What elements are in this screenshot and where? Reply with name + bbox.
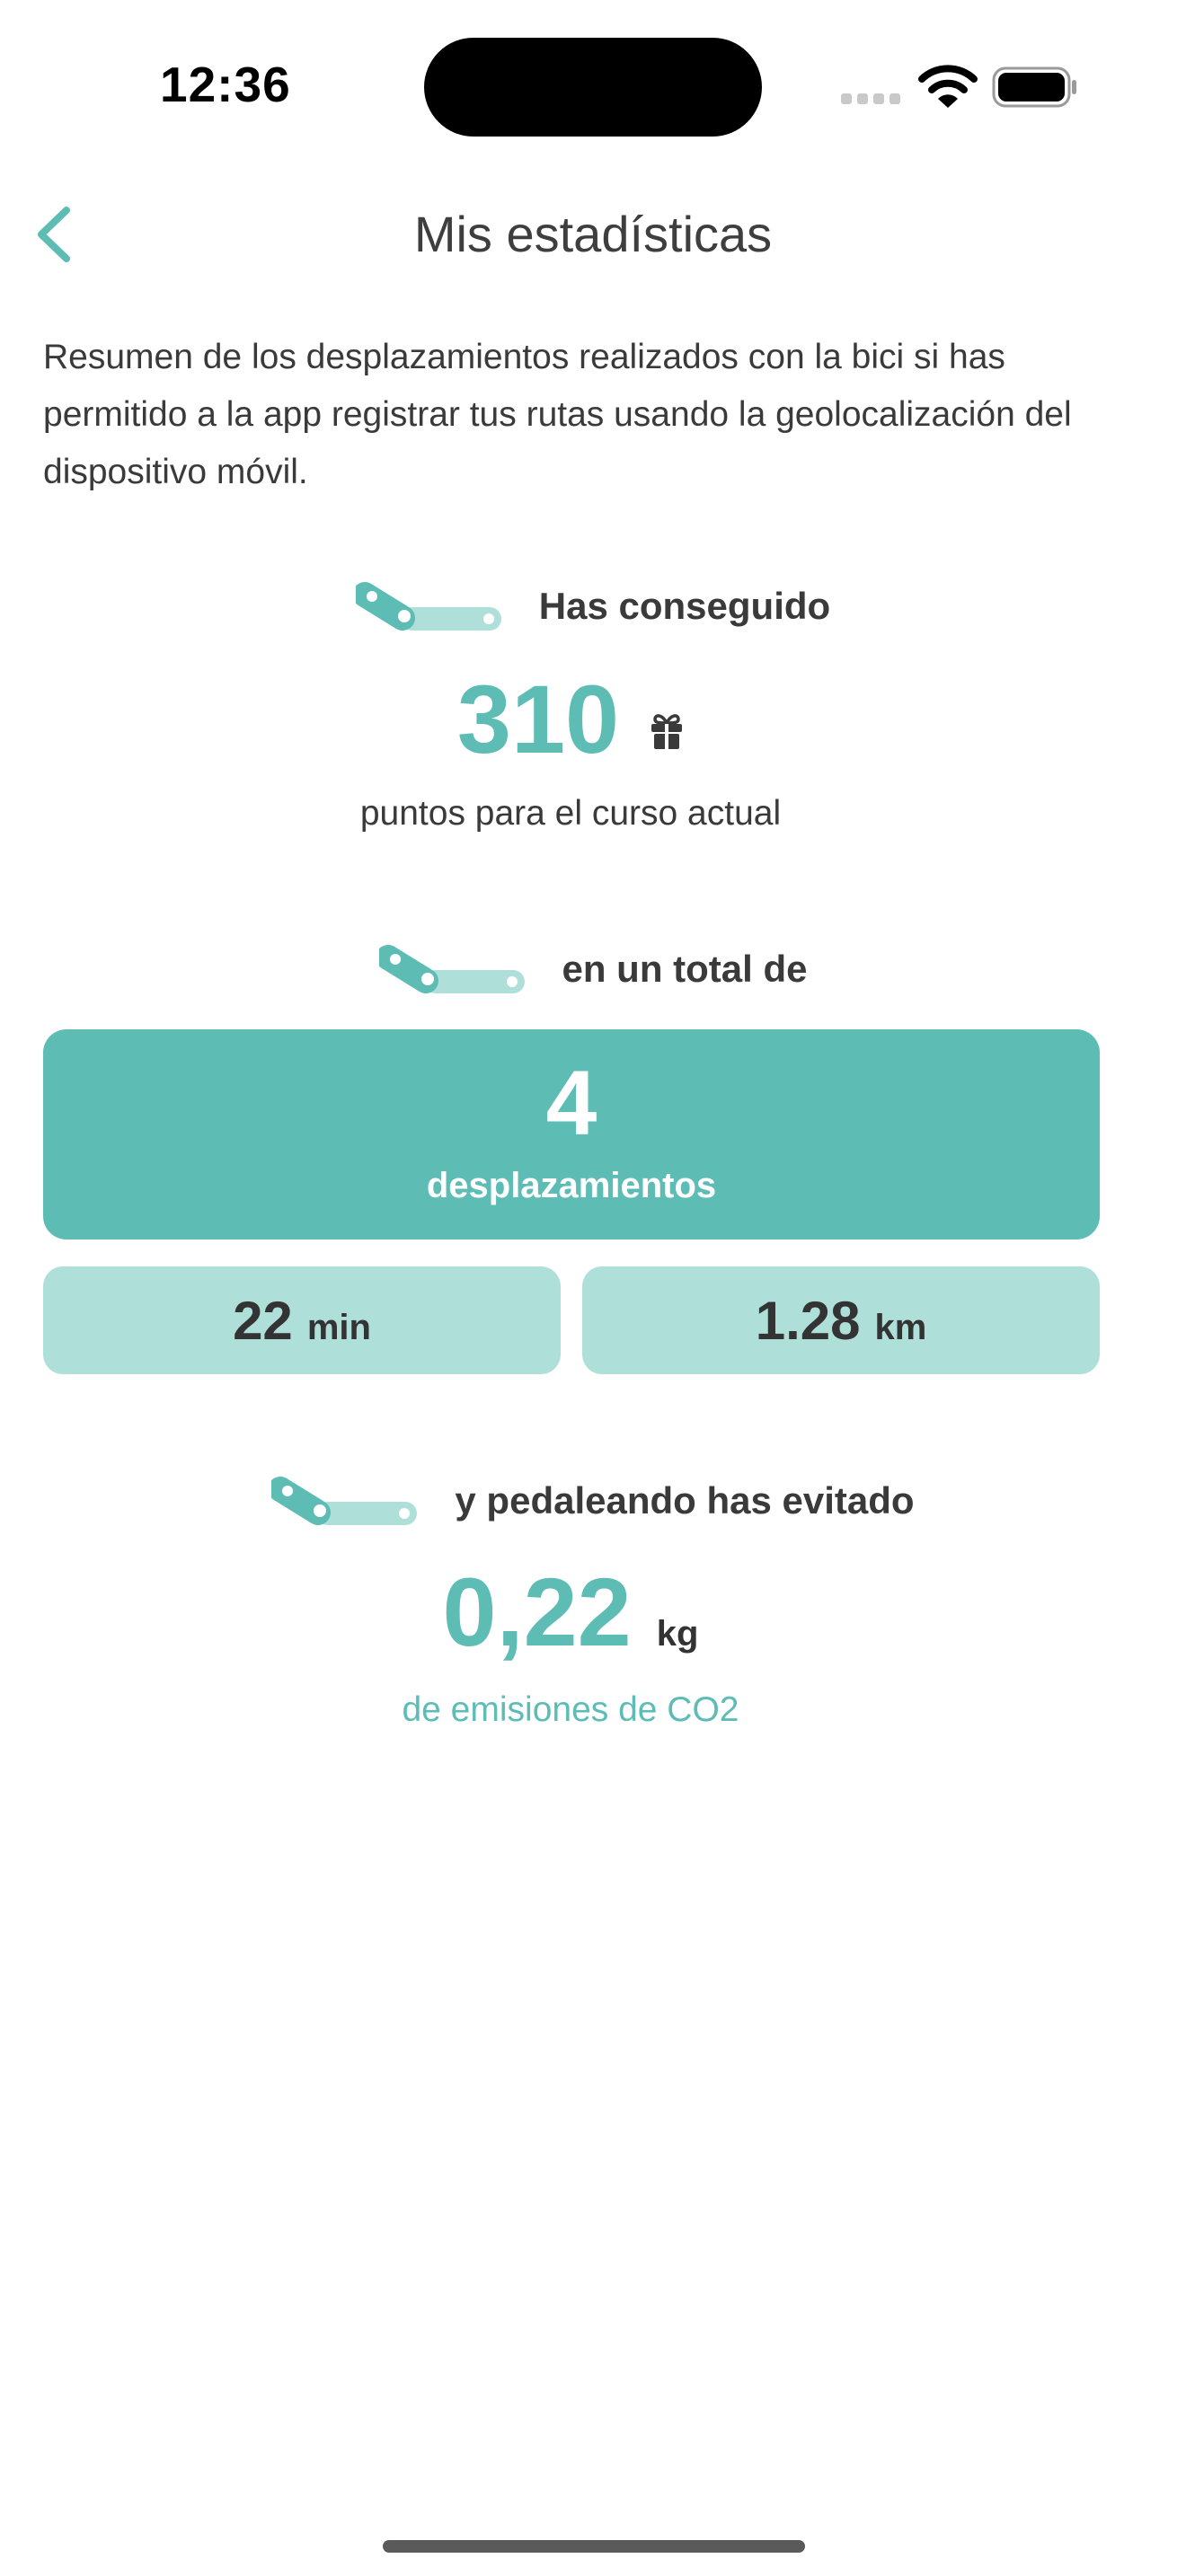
co2-heading-text: y pedaleando has evitado	[455, 1479, 915, 1522]
bike-chain-icon	[378, 945, 525, 993]
trips-card: 4 desplazamientos	[43, 1029, 1100, 1239]
distance-unit: km	[874, 1308, 927, 1347]
distance-value: 1.28	[755, 1291, 861, 1351]
cellular-signal-icon	[841, 93, 904, 106]
co2-value: 0,22	[442, 1557, 632, 1666]
page-title: Mis estadísticas	[413, 206, 773, 262]
gift-icon	[651, 714, 683, 749]
duration-card: 22 min	[43, 1266, 561, 1374]
status-time: 12:36	[160, 57, 291, 112]
co2-row: 0,22 kg	[0, 1556, 1141, 1668]
dynamic-island	[424, 38, 762, 137]
points-row: 310	[0, 661, 1141, 778]
battery-icon	[992, 66, 1076, 108]
trips-value: 4	[545, 1052, 597, 1154]
points-heading-text: Has conseguido	[538, 585, 831, 627]
points-heading: Has conseguido	[0, 575, 1186, 638]
points-caption: puntos para el curso actual	[359, 794, 782, 833]
trips-heading-text: en un total de	[562, 948, 808, 990]
wifi-icon	[918, 65, 978, 108]
points-value: 310	[456, 665, 620, 773]
co2-heading: y pedaleando has evitado	[0, 1469, 1186, 1532]
co2-unit: kg	[656, 1614, 699, 1654]
duration-unit: min	[306, 1308, 371, 1347]
co2-caption: de emisiones de CO2	[402, 1690, 739, 1729]
trips-heading: en un total de	[0, 938, 1186, 1001]
bike-chain-icon	[355, 582, 501, 631]
intro-text: Resumen de los desplazamientos realizado…	[43, 338, 1072, 491]
duration-value: 22	[233, 1291, 293, 1351]
distance-card: 1.28 km	[582, 1266, 1100, 1374]
home-indicator[interactable]	[383, 2540, 805, 2553]
bike-chain-icon	[271, 1477, 418, 1525]
trips-label: desplazamientos	[426, 1166, 717, 1205]
